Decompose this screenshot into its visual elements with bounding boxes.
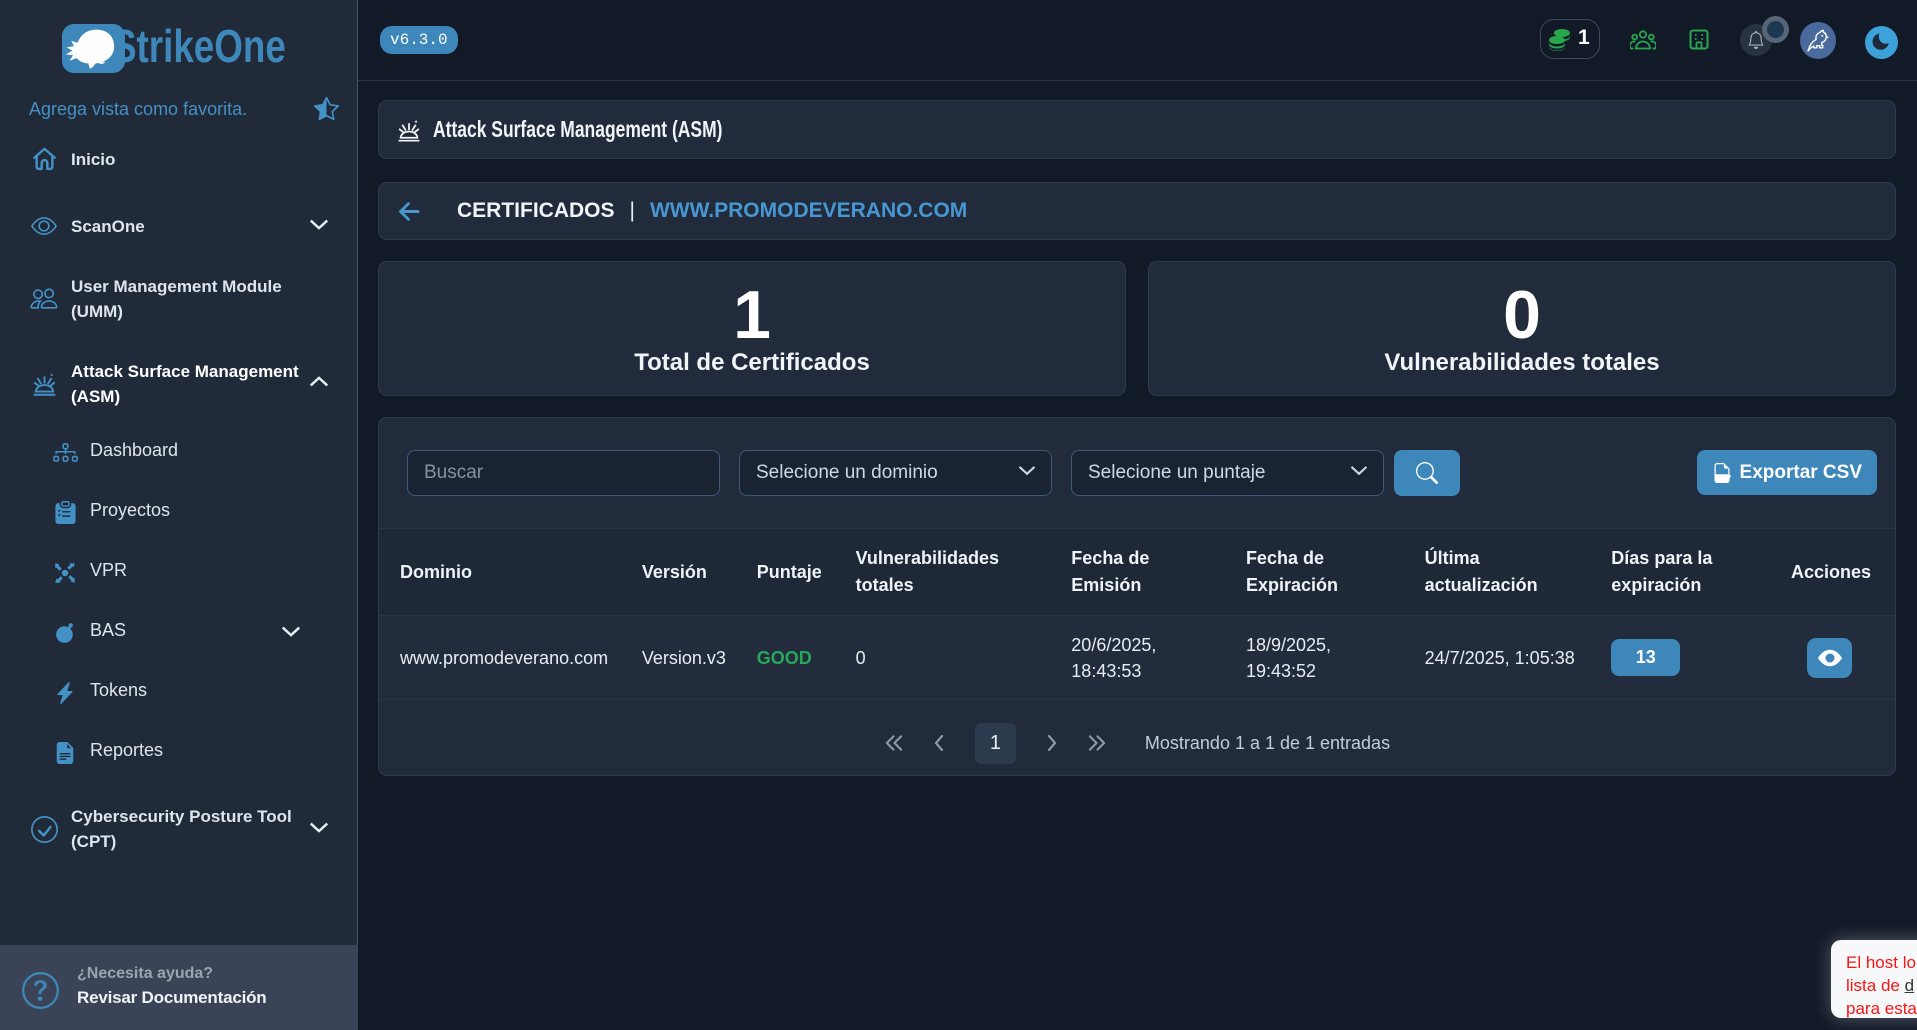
svg-text:CSV: CSV xyxy=(1715,472,1730,481)
